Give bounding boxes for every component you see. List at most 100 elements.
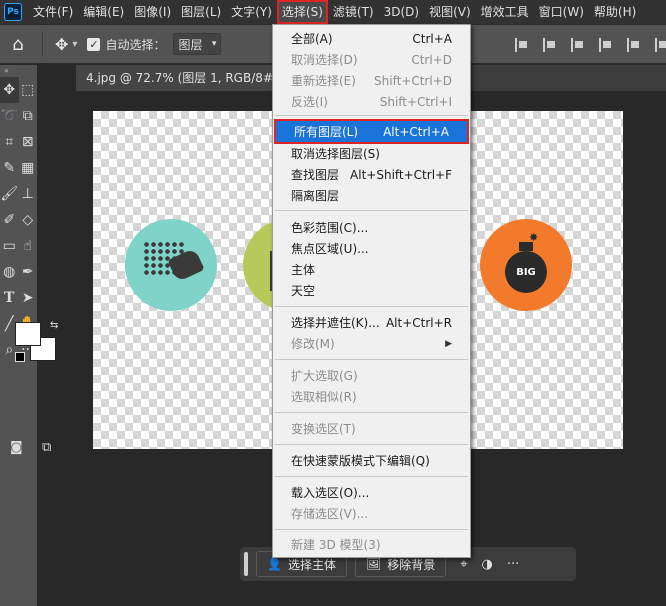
menu-item-reselect[interactable]: 重新选择(E) Shift+Ctrl+D <box>273 70 470 91</box>
quick-mask-icon[interactable]: ◙ <box>10 440 23 455</box>
menu-type[interactable]: 文字(Y) <box>226 0 277 24</box>
menu-item-color-range[interactable]: 色彩范围(C)... <box>273 217 470 238</box>
frame-tool-icon[interactable]: ⊠ <box>19 129 38 155</box>
bomb-label: BIG <box>516 266 536 278</box>
crop-tool-icon[interactable]: ⌗ <box>0 129 19 155</box>
menu-item-label: 在快速蒙版模式下编辑(Q) <box>291 454 430 468</box>
ruler-tool-icon[interactable]: ▦ <box>19 155 38 181</box>
menu-item-label: 重新选择(E) <box>291 74 356 88</box>
object-select-tool-icon[interactable]: ⧉ <box>19 103 38 129</box>
menu-help[interactable]: 帮助(H) <box>589 0 641 24</box>
transform-icon[interactable]: ⌖ <box>460 557 467 572</box>
menu-item-deselect-layers[interactable]: 取消选择图层(S) <box>273 143 470 164</box>
align-icons-group <box>515 25 666 65</box>
menu-item-sky[interactable]: 天空 <box>273 280 470 301</box>
pen-tool-icon[interactable]: ✒ <box>19 259 38 285</box>
menu-item-all[interactable]: 全部(A) Ctrl+A <box>273 28 470 49</box>
auto-select-target-value: 图层 <box>178 37 203 52</box>
history-brush-tool-icon[interactable]: ✐ <box>0 207 19 233</box>
menu-item-similar[interactable]: 选取相似(R) <box>273 386 470 407</box>
remove-background-label: 移除背景 <box>387 557 436 572</box>
align-center-icon[interactable] <box>543 38 557 52</box>
foreground-color-swatch[interactable] <box>15 322 41 346</box>
default-colors-icon[interactable] <box>15 352 25 362</box>
menu-edit[interactable]: 编辑(E) <box>78 0 129 24</box>
menu-select[interactable]: 选择(S) <box>276 0 328 24</box>
screen-mode-icon[interactable]: ⧉ <box>42 440 51 455</box>
document-tab-title: 4.jpg @ 72.7% (图层 1, RGB/8#) * <box>86 71 288 85</box>
align-bottom-icon[interactable] <box>655 38 666 52</box>
menu-item-new-3d-model[interactable]: 新建 3D 模型(3) <box>273 534 470 555</box>
menu-item-shortcut: Alt+Ctrl+A <box>383 124 449 139</box>
menu-item-subject[interactable]: 主体 <box>273 259 470 280</box>
menu-item-label: 主体 <box>291 263 316 277</box>
menu-item-load-selection[interactable]: 载入选区(O)... <box>273 482 470 503</box>
swap-colors-icon[interactable]: ⇆ <box>50 320 58 331</box>
lasso-tool-icon[interactable]: ➰ <box>0 103 19 129</box>
menu-file[interactable]: 文件(F) <box>28 0 78 24</box>
menu-item-inverse[interactable]: 反选(I) Shift+Ctrl+I <box>273 91 470 112</box>
move-tool-icon[interactable]: ✥ <box>0 77 19 103</box>
menu-item-shortcut: Ctrl+D <box>411 52 452 67</box>
menu-item-shortcut: Alt+Shift+Ctrl+F <box>350 167 452 182</box>
eyedropper-tool-icon[interactable]: ✎ <box>0 155 19 181</box>
menu-plugins[interactable]: 增效工具 <box>476 0 534 24</box>
smudge-tool-icon[interactable]: ☝ <box>19 233 38 259</box>
marquee-tool-icon[interactable]: ⬚ <box>19 77 38 103</box>
auto-select-checkbox[interactable]: ✓ <box>87 37 101 51</box>
menu-item-label: 取消选择(D) <box>291 53 358 67</box>
menu-image[interactable]: 图像(I) <box>129 0 176 24</box>
auto-select-target-dropdown[interactable]: 图层 ▾ <box>173 33 222 55</box>
align-left-icon[interactable] <box>515 38 529 52</box>
align-right-icon[interactable] <box>571 38 585 52</box>
menu-item-deselect[interactable]: 取消选择(D) Ctrl+D <box>273 49 470 70</box>
bomb-icon: BIG <box>505 251 547 293</box>
type-tool-icon[interactable]: T <box>0 285 19 311</box>
chevron-down-icon[interactable]: ▾ <box>72 39 77 50</box>
menu-item-grow[interactable]: 扩大选取(G) <box>273 365 470 386</box>
menu-item-select-and-mask[interactable]: 选择并遮住(K)... Alt+Ctrl+R <box>273 312 470 333</box>
menu-item-label: 全部(A) <box>291 32 333 46</box>
more-options-icon[interactable]: ··· <box>507 557 519 572</box>
menu-item-isolate-layers[interactable]: 隔离图层 <box>273 185 470 206</box>
menu-window[interactable]: 窗口(W) <box>534 0 589 24</box>
align-top-icon[interactable] <box>599 38 613 52</box>
menu-item-label: 查找图层 <box>291 168 340 182</box>
dodge-tool-icon[interactable]: ◍ <box>0 259 19 285</box>
menu-item-shortcut: Ctrl+A <box>412 31 452 46</box>
menu-separator <box>275 210 468 211</box>
menu-item-all-layers[interactable]: 所有图层(L) Alt+Ctrl+A <box>274 119 469 144</box>
menu-item-label: 存储选区(V)... <box>291 507 369 521</box>
menu-view[interactable]: 视图(V) <box>424 0 476 24</box>
select-menu-dropdown: 全部(A) Ctrl+A 取消选择(D) Ctrl+D 重新选择(E) Shift+C… <box>272 24 471 558</box>
drag-handle[interactable] <box>244 552 248 576</box>
move-tool-icon[interactable]: ✥ <box>55 35 68 54</box>
menu-item-modify[interactable]: 修改(M) ▶ <box>273 333 470 354</box>
menu-separator <box>275 412 468 413</box>
menu-layer[interactable]: 图层(L) <box>176 0 226 24</box>
submenu-arrow-icon: ▶ <box>445 338 452 349</box>
collapse-panel-icon[interactable]: « <box>0 65 37 77</box>
gradient-tool-icon[interactable]: ▭ <box>0 233 19 259</box>
menu-item-label: 选取相似(R) <box>291 390 357 404</box>
home-icon[interactable]: ⌂ <box>0 34 36 55</box>
menu-item-label: 所有图层(L) <box>294 125 359 139</box>
menu-filter[interactable]: 滤镜(T) <box>328 0 379 24</box>
eraser-tool-icon[interactable]: ◇ <box>19 207 38 233</box>
menu-3d[interactable]: 3D(D) <box>379 0 424 24</box>
menu-item-focus-area[interactable]: 焦点区域(U)... <box>273 238 470 259</box>
menu-item-label: 取消选择图层(S) <box>291 147 380 161</box>
stamp-tool-icon[interactable]: ⊥ <box>19 181 38 207</box>
menu-item-label: 反选(I) <box>291 95 328 109</box>
align-middle-icon[interactable] <box>627 38 641 52</box>
menu-item-save-selection[interactable]: 存储选区(V)... <box>273 503 470 524</box>
menu-item-transform-selection[interactable]: 变换选区(T) <box>273 418 470 439</box>
person-icon: 👤 <box>267 557 282 571</box>
path-select-tool-icon[interactable]: ➤ <box>19 285 38 311</box>
menu-item-label: 天空 <box>291 284 316 298</box>
menu-item-find-layers[interactable]: 查找图层 Alt+Shift+Ctrl+F <box>273 164 470 185</box>
menu-item-quick-mask[interactable]: 在快速蒙版模式下编辑(Q) <box>273 450 470 471</box>
adjust-icon[interactable]: ◑ <box>482 557 493 572</box>
photoshop-logo-icon: Ps <box>4 3 22 21</box>
brush-tool-icon[interactable]: 🖌 <box>0 181 19 207</box>
